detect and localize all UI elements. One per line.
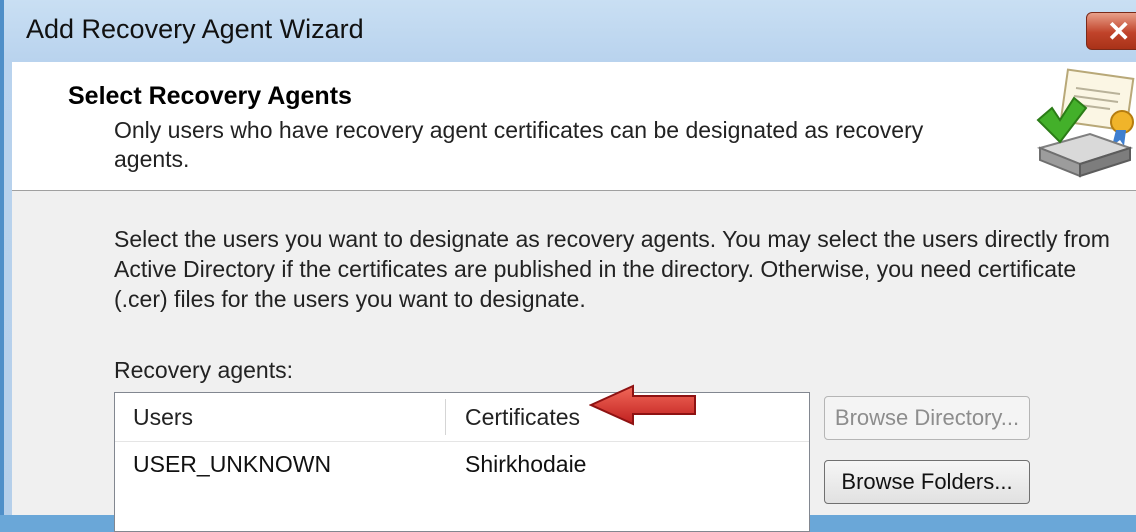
recovery-agents-label: Recovery agents: bbox=[114, 357, 293, 383]
title-bar: Add Recovery Agent Wizard ✕ bbox=[4, 0, 1136, 62]
browse-directory-button[interactable]: Browse Directory... bbox=[824, 396, 1030, 440]
wizard-header: Select Recovery Agents Only users who ha… bbox=[12, 62, 1136, 191]
window-title: Add Recovery Agent Wizard bbox=[26, 14, 364, 44]
table-row-user[interactable]: USER_UNKNOWN bbox=[133, 445, 331, 483]
column-header-certificates[interactable]: Certificates bbox=[465, 393, 580, 441]
annotation-arrow-icon bbox=[589, 384, 696, 426]
header-divider bbox=[115, 441, 809, 442]
instructions-text: Select the users you want to designate a… bbox=[114, 226, 1110, 312]
browse-folders-button[interactable]: Browse Folders... bbox=[824, 460, 1030, 504]
column-separator[interactable] bbox=[445, 399, 446, 435]
table-row-certificate[interactable]: Shirkhodaie bbox=[465, 445, 586, 483]
page-description: Only users who have recovery agent certi… bbox=[114, 117, 924, 172]
page-title: Select Recovery Agents bbox=[68, 82, 352, 110]
column-header-users[interactable]: Users bbox=[133, 393, 193, 441]
wizard-window: Add Recovery Agent Wizard ✕ Select Recov… bbox=[0, 0, 1136, 532]
certificate-drive-icon bbox=[1036, 68, 1135, 178]
recovery-agents-list[interactable]: Users Certificates USER_UNKNOWN Shirkhod… bbox=[114, 392, 810, 532]
close-icon: ✕ bbox=[1107, 16, 1131, 47]
wizard-client-area: Select Recovery Agents Only users who ha… bbox=[12, 62, 1136, 532]
close-button[interactable]: ✕ bbox=[1086, 12, 1136, 50]
